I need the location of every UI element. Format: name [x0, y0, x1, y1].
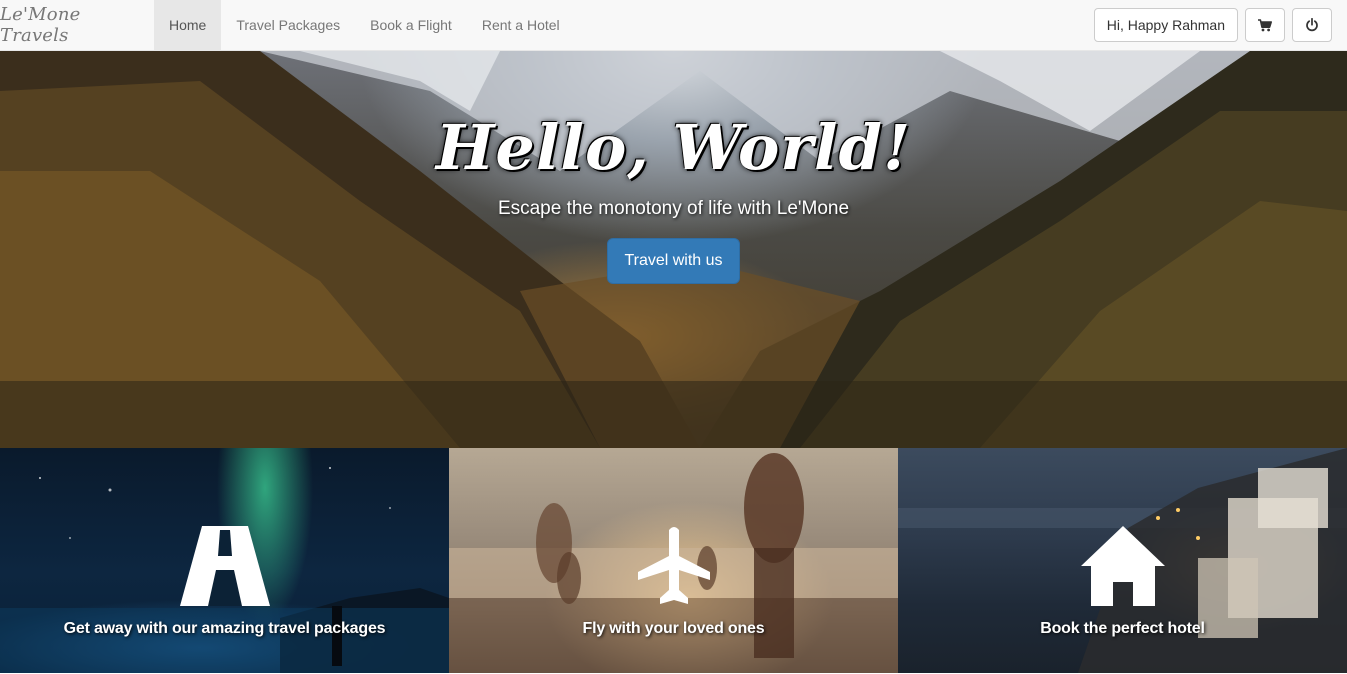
- road-icon: [179, 526, 270, 606]
- house-icon: [1080, 526, 1165, 606]
- travel-with-us-button[interactable]: Travel with us: [607, 238, 740, 284]
- logout-button[interactable]: [1292, 8, 1332, 42]
- tile-book-flight[interactable]: Fly with your loved ones: [449, 448, 898, 673]
- top-navbar: Le'Mone Travels Home Travel Packages Boo…: [0, 0, 1347, 51]
- nav-links: Home Travel Packages Book a Flight Rent …: [154, 0, 575, 50]
- hero-subtitle: Escape the monotony of life with Le'Mone: [497, 198, 850, 219]
- shopping-cart-icon: [1258, 18, 1272, 31]
- power-icon: [1306, 18, 1318, 32]
- tile-label: Fly with your loved ones: [582, 620, 765, 637]
- hero-banner: Hello, World! Escape the monotony of lif…: [0, 51, 1347, 448]
- nav-item-book-a-flight[interactable]: Book a Flight: [355, 0, 467, 50]
- nav-item-home[interactable]: Home: [154, 0, 222, 50]
- tile-label: Get away with our amazing travel package…: [63, 620, 386, 637]
- cart-button[interactable]: [1245, 8, 1285, 42]
- hero-content: Hello, World! Escape the monotony of lif…: [0, 51, 1347, 284]
- nav-item-rent-a-hotel[interactable]: Rent a Hotel: [467, 0, 575, 50]
- nav-item-travel-packages[interactable]: Travel Packages: [221, 0, 355, 50]
- feature-tiles: Get away with our amazing travel package…: [0, 448, 1347, 673]
- airplane-icon: [637, 527, 710, 604]
- tile-travel-packages[interactable]: Get away with our amazing travel package…: [0, 448, 449, 673]
- nav-actions: Hi, Happy Rahman: [1093, 0, 1347, 50]
- user-greeting-button[interactable]: Hi, Happy Rahman: [1093, 8, 1238, 42]
- tile-rent-hotel[interactable]: Book the perfect hotel: [898, 448, 1347, 673]
- tile-label: Book the perfect hotel: [1040, 620, 1205, 637]
- hero-title: Hello, World!: [435, 111, 912, 184]
- brand-logo[interactable]: Le'Mone Travels: [0, 0, 154, 50]
